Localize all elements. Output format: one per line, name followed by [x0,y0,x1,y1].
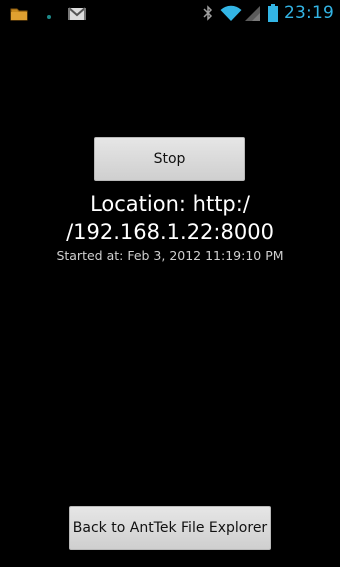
app-screen: 23:19 Stop Location: http:/ /192.168.1.2… [0,0,340,567]
location-line-1: Location: http:/ [90,192,250,216]
status-bar: 23:19 [0,0,340,25]
signal-icon [244,5,261,22]
clock: 23:19 [284,3,334,23]
gmail-icon [68,6,86,20]
location-line-2: /192.168.1.22:8000 [66,220,274,244]
battery-icon [268,4,278,22]
folder-icon [10,6,28,21]
wifi-icon [220,5,242,22]
back-to-file-explorer-button[interactable]: Back to AntTek File Explorer [69,506,271,550]
notification-icons [10,3,86,23]
system-icons: 23:19 [203,2,334,24]
location-text: Location: http:/ /192.168.1.22:8000 [20,190,320,246]
stop-button[interactable]: Stop [94,137,245,181]
bluetooth-icon [203,5,213,21]
started-at-text: Started at: Feb 3, 2012 11:19:10 PM [56,248,284,263]
dot-icon [47,15,51,19]
